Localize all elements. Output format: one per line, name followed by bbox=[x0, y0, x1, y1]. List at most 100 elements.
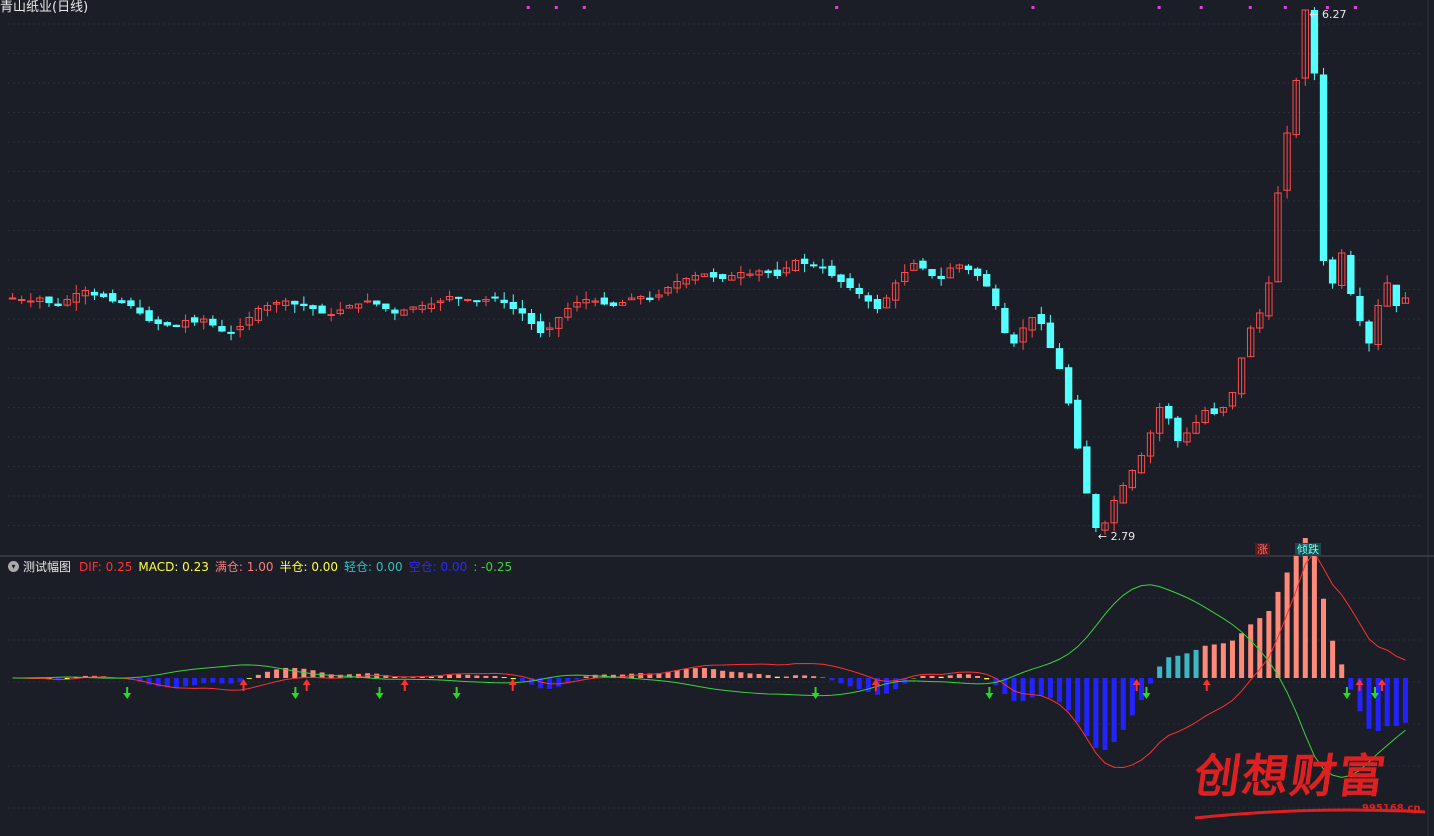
pattern-tag: 倾跌 bbox=[1295, 543, 1321, 556]
candle-body bbox=[473, 300, 481, 303]
chart-canvas: ← 6.27 ← 2.79 bbox=[0, 0, 1434, 836]
candle-body bbox=[209, 318, 217, 326]
signal-dot bbox=[835, 6, 839, 9]
candle-body bbox=[1037, 314, 1045, 324]
candle-body bbox=[837, 274, 845, 282]
candle-body bbox=[218, 326, 226, 332]
buy-arrow-icon bbox=[302, 679, 311, 691]
candle-body bbox=[1347, 254, 1355, 294]
candle-body bbox=[873, 299, 882, 310]
sell-arrow-icon bbox=[452, 687, 461, 699]
candle-body bbox=[391, 309, 399, 314]
candle-body bbox=[1356, 295, 1364, 321]
legend-item: DIF: 0.25 bbox=[79, 559, 133, 574]
main-panel-title: 青山纸业(日线) bbox=[0, 0, 89, 15]
candle-body bbox=[1055, 348, 1064, 370]
candle-body bbox=[1328, 259, 1337, 284]
rise-tag: 涨 bbox=[1255, 543, 1270, 556]
candle-body bbox=[718, 274, 727, 280]
signal-dot bbox=[1353, 6, 1357, 9]
candle-body bbox=[800, 258, 809, 264]
candle-body bbox=[527, 313, 536, 324]
candle-body bbox=[1010, 334, 1018, 344]
candle-body bbox=[1210, 408, 1218, 415]
signal-dot bbox=[1248, 6, 1252, 9]
indicator-title: 测试幅图 bbox=[23, 559, 72, 574]
candle-body bbox=[1083, 446, 1091, 494]
candle-body bbox=[973, 268, 982, 276]
watermark-url: 995168.cn bbox=[1362, 803, 1421, 814]
indicator-legend: ▾ 测试幅图 DIF: 0.25 MACD: 0.23 满仓: 1.00 半仓: 0.… bbox=[8, 558, 518, 574]
candle-body bbox=[1046, 322, 1055, 349]
candle-body bbox=[855, 287, 863, 295]
candle-body bbox=[190, 317, 199, 323]
candle-body bbox=[928, 269, 936, 277]
candle-body bbox=[136, 307, 144, 314]
signal-dot bbox=[1157, 6, 1161, 9]
high-price-label: ← 6.27 bbox=[1309, 8, 1346, 21]
buy-arrow-icon bbox=[508, 679, 517, 691]
buy-arrow-icon bbox=[1202, 679, 1211, 691]
candle-body bbox=[919, 260, 927, 269]
candle-body bbox=[864, 295, 873, 302]
candle-body bbox=[937, 275, 945, 280]
collapse-icon[interactable]: ▾ bbox=[8, 560, 19, 572]
legend-item: : -0.25 bbox=[473, 559, 513, 574]
sell-arrow-icon bbox=[123, 687, 132, 699]
candle-body bbox=[1365, 321, 1373, 344]
candle-body bbox=[291, 300, 299, 305]
candle-body bbox=[17, 299, 26, 301]
candle-body bbox=[846, 278, 854, 288]
candle-body bbox=[992, 288, 1000, 306]
candle-body bbox=[109, 293, 117, 302]
candle-body bbox=[509, 302, 517, 309]
candle-body bbox=[382, 303, 390, 310]
buy-arrow-icon bbox=[400, 679, 409, 691]
candle-body bbox=[491, 296, 499, 299]
candle-body bbox=[1165, 405, 1173, 419]
candle-body bbox=[600, 297, 608, 305]
watermark-logo: 创想财富 bbox=[1190, 749, 1391, 803]
candle-body bbox=[373, 300, 381, 305]
candle-body bbox=[227, 331, 235, 334]
candle-body bbox=[646, 297, 654, 300]
legend-item: MACD: 0.23 bbox=[138, 559, 209, 574]
candle-body bbox=[1319, 74, 1328, 261]
candle-body bbox=[99, 293, 108, 298]
sell-arrow-icon bbox=[811, 687, 820, 699]
candle-body bbox=[8, 297, 17, 300]
signal-dot bbox=[1325, 6, 1329, 9]
legend-item: 半仓: 0.00 bbox=[279, 559, 339, 574]
signal-dot bbox=[582, 6, 586, 9]
candle-body bbox=[118, 300, 126, 303]
candle-body bbox=[500, 299, 508, 304]
candle-body bbox=[1064, 367, 1073, 404]
legend-items: DIF: 0.25 MACD: 0.23 满仓: 1.00 半仓: 0.00 轻仓: 0… bbox=[79, 558, 518, 575]
candle-body bbox=[154, 319, 162, 325]
candle-body bbox=[172, 324, 181, 328]
legend-item: 满仓: 1.00 bbox=[214, 559, 274, 574]
sell-arrow-icon bbox=[375, 687, 384, 699]
candle-body bbox=[964, 265, 973, 271]
candle-body bbox=[54, 303, 62, 307]
signal-dot bbox=[526, 6, 530, 9]
candle-body bbox=[45, 296, 53, 304]
candle-body bbox=[1174, 417, 1182, 442]
legend-item: 空仓: 0.00 bbox=[408, 559, 468, 574]
candle-body bbox=[709, 272, 718, 278]
candle-body bbox=[810, 264, 818, 267]
candle-body bbox=[163, 322, 172, 326]
candle-body bbox=[609, 302, 618, 307]
candle-body bbox=[327, 314, 335, 316]
candle-body bbox=[518, 308, 527, 314]
candle-body bbox=[819, 266, 827, 269]
candle-body bbox=[828, 265, 836, 277]
candle-body bbox=[145, 310, 153, 322]
signal-dot bbox=[1031, 6, 1035, 9]
sell-arrow-icon bbox=[291, 687, 300, 699]
legend-item: 轻仓: 0.00 bbox=[344, 559, 403, 574]
sell-arrow-icon bbox=[985, 687, 994, 699]
signal-dot bbox=[1199, 6, 1203, 9]
candle-body bbox=[1001, 307, 1009, 334]
signal-dot bbox=[554, 6, 558, 9]
